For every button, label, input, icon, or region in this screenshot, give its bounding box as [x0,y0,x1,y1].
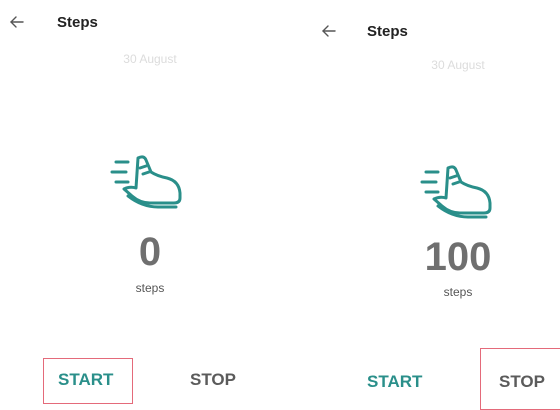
start-button[interactable]: START [58,371,113,388]
stop-button[interactable]: STOP [190,371,236,388]
step-count: 0 [138,230,162,274]
page-title: Steps [57,14,98,31]
step-count: 100 [424,235,492,279]
page-title: Steps [367,23,408,40]
back-arrow-icon[interactable] [320,22,338,40]
running-shoe-icon [110,155,182,209]
date-label: 30 August [123,52,177,66]
back-arrow-icon[interactable] [8,13,26,31]
step-unit-label: steps [443,285,473,299]
stop-button[interactable]: STOP [499,373,545,390]
date-label: 30 August [431,58,485,72]
step-unit-label: steps [135,281,165,295]
running-shoe-icon [420,165,492,219]
steps-screen-before: Steps 30 August 0 steps START STOP [0,0,280,410]
steps-screen-after: Steps 30 August 100 steps START STOP [280,0,560,410]
start-button[interactable]: START [367,373,422,390]
